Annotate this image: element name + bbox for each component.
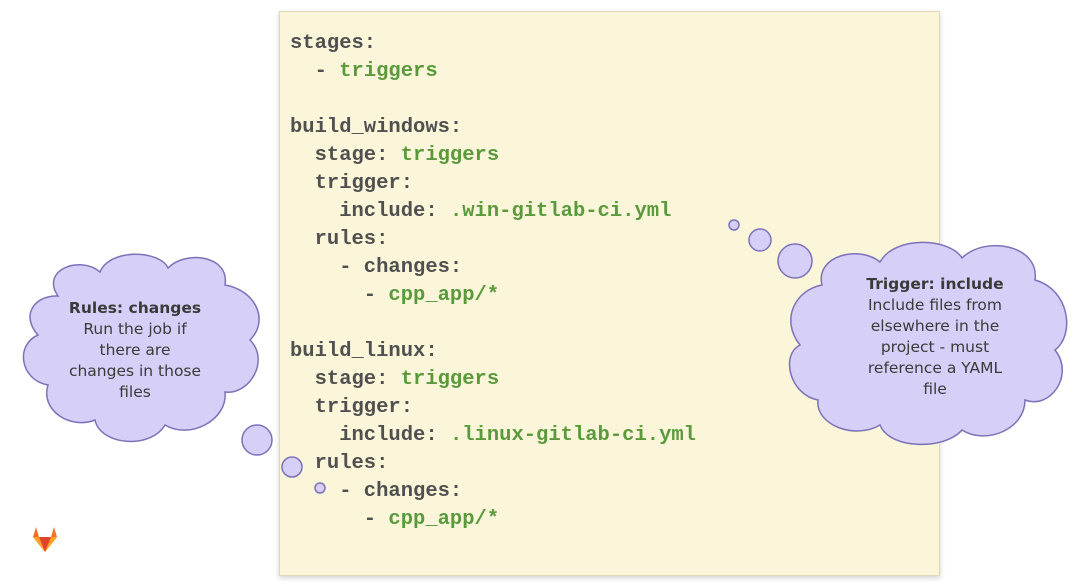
rules-callout-title: Rules: changes [68,299,202,317]
trigger-callout-line: elsewhere in the [870,317,1000,335]
rules-callout-line: changes in those [68,362,202,380]
trigger-callout-line: Include files from [867,296,1003,314]
trigger-callout-line: reference a YAML [867,359,1003,377]
trigger-include-callout: Trigger: include Include files from else… [830,274,1040,400]
trigger-callout-line: file [923,380,947,398]
trigger-callout-line: project - must [880,338,990,356]
rules-thought-dot-large [241,424,273,456]
rules-callout-line: Run the job if [83,320,187,338]
rules-thought-dot-small [314,482,326,494]
trigger-thought-dot-small [728,219,740,231]
trigger-callout-title: Trigger: include [866,275,1004,293]
rules-callout-line: files [119,383,151,401]
trigger-thought-dot-medium [748,228,772,252]
rules-changes-callout: Rules: changes Run the job if there are … [50,298,220,403]
trigger-thought-dot-large [777,243,813,279]
rules-thought-dot-medium [281,456,303,478]
rules-callout-line: there are [99,341,171,359]
gitlab-logo-icon [33,527,57,552]
